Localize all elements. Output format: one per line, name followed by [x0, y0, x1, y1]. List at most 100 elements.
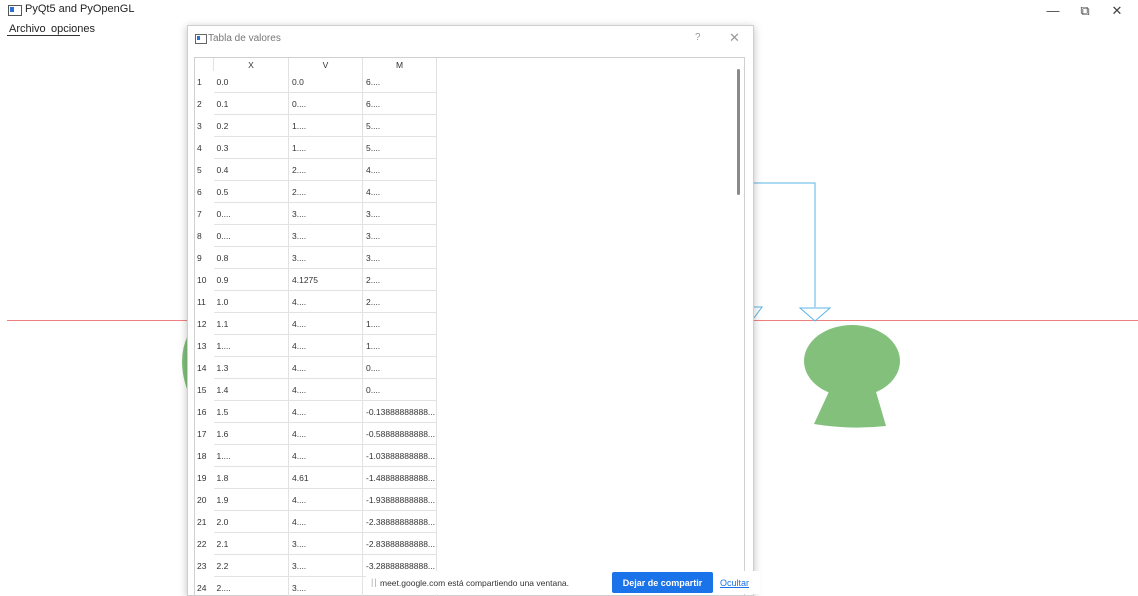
hide-link[interactable]: Ocultar — [720, 578, 749, 588]
cell-x[interactable]: 2.... — [214, 577, 289, 596]
cell-x[interactable]: 0.... — [214, 203, 289, 225]
cell-m[interactable]: 6.... — [363, 93, 437, 115]
cell-v[interactable]: 4.... — [289, 489, 363, 511]
row-header[interactable]: 24 — [195, 577, 214, 596]
row-header[interactable]: 16 — [195, 401, 214, 423]
row-header[interactable]: 19 — [195, 467, 214, 489]
cell-x[interactable]: 2.1 — [214, 533, 289, 555]
cell-v[interactable]: 3.... — [289, 203, 363, 225]
cell-m[interactable]: -1.03888888888... — [363, 445, 437, 467]
cell-x[interactable]: 1.3 — [214, 357, 289, 379]
cell-x[interactable]: 1.5 — [214, 401, 289, 423]
cell-m[interactable]: -1.93888888888... — [363, 489, 437, 511]
values-table[interactable]: X V M 10.00.06....20.10....6....30.21...… — [195, 58, 437, 596]
cell-v[interactable]: 3.... — [289, 533, 363, 555]
cell-x[interactable]: 1.... — [214, 335, 289, 357]
cell-x[interactable]: 1.9 — [214, 489, 289, 511]
cell-m[interactable]: 3.... — [363, 203, 437, 225]
row-header[interactable]: 3 — [195, 115, 214, 137]
row-header[interactable]: 20 — [195, 489, 214, 511]
cell-v[interactable]: 4.... — [289, 423, 363, 445]
stop-sharing-button[interactable]: Dejar de compartir — [612, 572, 713, 593]
column-header-x[interactable]: X — [214, 58, 289, 71]
scrollbar-thumb[interactable] — [737, 69, 740, 195]
cell-x[interactable]: 1.8 — [214, 467, 289, 489]
cell-v[interactable]: 3.... — [289, 577, 363, 596]
cell-m[interactable]: 4.... — [363, 181, 437, 203]
cell-v[interactable]: 4.1275 — [289, 269, 363, 291]
row-header[interactable]: 1 — [195, 71, 214, 93]
cell-x[interactable]: 2.2 — [214, 555, 289, 577]
row-header[interactable]: 11 — [195, 291, 214, 313]
cell-m[interactable]: 4.... — [363, 159, 437, 181]
cell-v[interactable]: 3.... — [289, 555, 363, 577]
cell-m[interactable]: 3.... — [363, 247, 437, 269]
cell-x[interactable]: 1.6 — [214, 423, 289, 445]
row-header[interactable]: 17 — [195, 423, 214, 445]
row-header[interactable]: 23 — [195, 555, 214, 577]
cell-x[interactable]: 0.... — [214, 225, 289, 247]
cell-v[interactable]: 1.... — [289, 137, 363, 159]
row-header[interactable]: 7 — [195, 203, 214, 225]
cell-x[interactable]: 0.3 — [214, 137, 289, 159]
cell-v[interactable]: 0.0 — [289, 71, 363, 93]
row-header[interactable]: 22 — [195, 533, 214, 555]
cell-v[interactable]: 4.... — [289, 401, 363, 423]
row-header[interactable]: 5 — [195, 159, 214, 181]
cell-m[interactable]: 2.... — [363, 291, 437, 313]
row-header[interactable]: 6 — [195, 181, 214, 203]
cell-m[interactable]: 1.... — [363, 313, 437, 335]
cell-v[interactable]: 4.... — [289, 445, 363, 467]
row-header[interactable]: 14 — [195, 357, 214, 379]
row-header[interactable]: 21 — [195, 511, 214, 533]
cell-v[interactable]: 3.... — [289, 247, 363, 269]
cell-x[interactable]: 1.... — [214, 445, 289, 467]
dialog-close-button[interactable]: ✕ — [729, 30, 740, 46]
cell-v[interactable]: 4.... — [289, 313, 363, 335]
row-header[interactable]: 8 — [195, 225, 214, 247]
cell-m[interactable]: 2.... — [363, 269, 437, 291]
cell-m[interactable]: 6.... — [363, 71, 437, 93]
cell-m[interactable]: -1.48888888888... — [363, 467, 437, 489]
cell-m[interactable]: -2.38888888888... — [363, 511, 437, 533]
cell-m[interactable]: 5.... — [363, 115, 437, 137]
column-header-v[interactable]: V — [289, 58, 363, 71]
row-header[interactable]: 13 — [195, 335, 214, 357]
cell-m[interactable]: -2.83888888888... — [363, 533, 437, 555]
cell-v[interactable]: 4.... — [289, 357, 363, 379]
column-header-m[interactable]: M — [363, 58, 437, 71]
row-header[interactable]: 18 — [195, 445, 214, 467]
cell-m[interactable]: 0.... — [363, 379, 437, 401]
cell-v[interactable]: 4.... — [289, 335, 363, 357]
cell-x[interactable]: 0.5 — [214, 181, 289, 203]
cell-v[interactable]: 4.... — [289, 291, 363, 313]
cell-x[interactable]: 0.0 — [214, 71, 289, 93]
cell-v[interactable]: 4.... — [289, 379, 363, 401]
cell-m[interactable]: 1.... — [363, 335, 437, 357]
cell-x[interactable]: 1.1 — [214, 313, 289, 335]
cell-m[interactable]: 3.... — [363, 225, 437, 247]
cell-v[interactable]: 1.... — [289, 115, 363, 137]
dialog-help-button[interactable]: ? — [695, 32, 701, 43]
cell-x[interactable]: 0.1 — [214, 93, 289, 115]
cell-v[interactable]: 3.... — [289, 225, 363, 247]
cell-v[interactable]: 0.... — [289, 93, 363, 115]
row-header[interactable]: 12 — [195, 313, 214, 335]
cell-m[interactable]: 5.... — [363, 137, 437, 159]
row-header[interactable]: 9 — [195, 247, 214, 269]
cell-x[interactable]: 1.0 — [214, 291, 289, 313]
cell-x[interactable]: 0.9 — [214, 269, 289, 291]
cell-v[interactable]: 4.61 — [289, 467, 363, 489]
cell-m[interactable]: -0.58888888888... — [363, 423, 437, 445]
row-header[interactable]: 10 — [195, 269, 214, 291]
row-header[interactable]: 2 — [195, 93, 214, 115]
cell-m[interactable]: 0.... — [363, 357, 437, 379]
cell-v[interactable]: 4.... — [289, 511, 363, 533]
cell-x[interactable]: 0.8 — [214, 247, 289, 269]
cell-v[interactable]: 2.... — [289, 159, 363, 181]
row-header[interactable]: 4 — [195, 137, 214, 159]
cell-x[interactable]: 0.4 — [214, 159, 289, 181]
row-header[interactable]: 15 — [195, 379, 214, 401]
cell-v[interactable]: 2.... — [289, 181, 363, 203]
drag-handle-icon[interactable]: || — [371, 577, 378, 587]
